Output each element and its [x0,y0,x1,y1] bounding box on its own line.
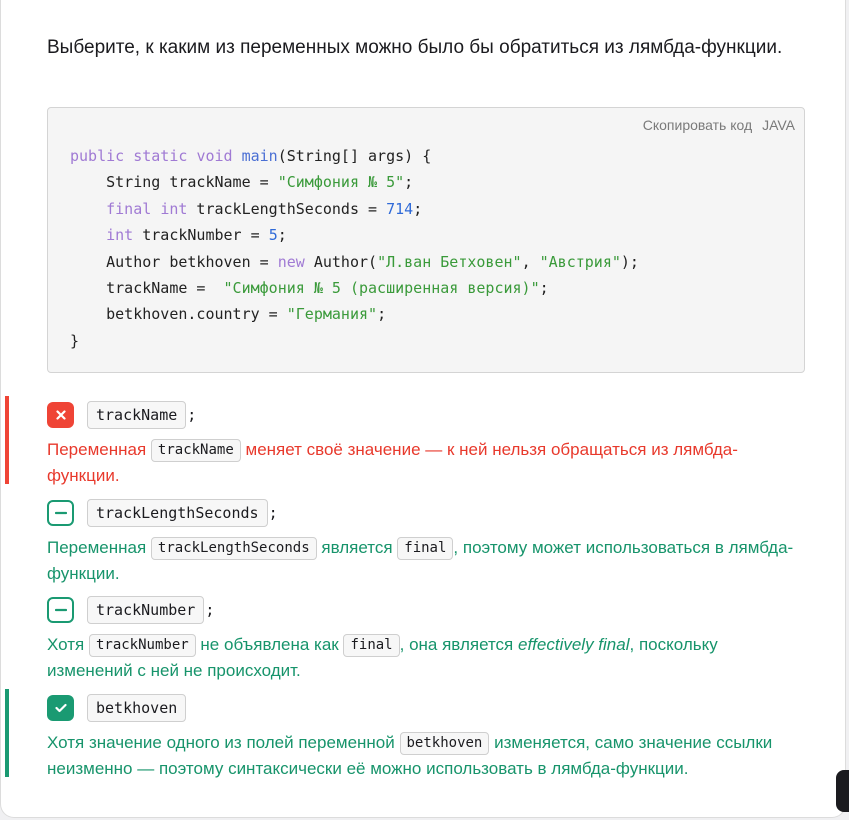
question-text: Выберите, к каким из переменных можно бы… [47,37,783,58]
code-line: String trackName = "Симфония № 5"; [70,173,414,192]
code-toolbar: Скопировать код JAVA [637,117,795,133]
explanation-text: Хотя значение одного из полей переменной [47,733,395,752]
code-block: Скопировать код JAVA public static void … [47,107,805,373]
quiz-card: Выберите, к каким из переменных можно бы… [0,0,846,818]
answer-explanation: Хотя значение одного из полей переменной… [47,730,807,782]
code-line: Author betkhoven = new Author("Л.ван Бет… [70,252,639,271]
explanation-text: является [321,538,393,557]
answer-explanation: Хотя trackNumber не объявлена как final,… [47,632,807,684]
explanation-emphasis: effectively final [518,635,630,654]
code-line: } [70,331,80,350]
minus-icon [54,511,67,515]
minus-icon [54,608,67,612]
explanation-code: betkhoven [399,732,490,755]
check-icon [54,703,67,713]
code-line: int trackNumber = 5; [106,226,287,245]
answer-mark-wrong [47,402,74,428]
option-suffix: ; [205,601,215,619]
code-line: betkhoven.country = "Германия"; [70,305,387,324]
close-icon [55,410,66,420]
option-suffix: ; [268,504,278,522]
option-suffix: ; [187,406,197,424]
code-listing: public static void main(String[] args) {… [70,143,639,354]
answer-status-bar [5,689,9,777]
copy-code-button[interactable]: Скопировать код [643,117,752,133]
option-code[interactable]: betkhoven [87,694,187,722]
code-line: trackName = "Симфония № 5 (расширенная в… [70,279,549,298]
explanation-text: Переменная [47,538,147,557]
option-code[interactable]: trackLengthSeconds [87,499,268,527]
explanation-code: trackName [150,439,241,462]
explanation-text: Переменная [47,440,147,459]
code-line: final int trackLengthSeconds = 714; [106,199,423,218]
code-language-label: JAVA [762,117,795,133]
answer-explanation: Переменная trackName меняет своё значени… [47,437,807,489]
explanation-text: не объявлена как [200,635,339,654]
answer-header: trackName ; [47,400,196,430]
answer-mark-missed [47,597,74,623]
explanation-code: final [343,634,400,657]
answer-status-bar [5,396,9,484]
answer-header: trackNumber ; [47,595,214,625]
explanation-code: final [397,537,454,560]
explanation-text: Хотя [47,635,85,654]
answer-header: betkhoven [47,693,187,723]
explanation-code: trackNumber [88,634,196,657]
answer-mark-correct [47,695,74,721]
answer-explanation: Переменная trackLengthSeconds является f… [47,535,807,587]
floating-widget-button[interactable] [836,770,849,812]
explanation-text: , она является [399,635,514,654]
explanation-code: trackLengthSeconds [150,537,317,560]
answer-header: trackLengthSeconds ; [47,498,278,528]
answer-mark-missed [47,500,74,526]
option-code[interactable]: trackNumber [87,596,205,624]
code-line: public static void main(String[] args) { [70,147,432,165]
option-code[interactable]: trackName [87,401,187,429]
